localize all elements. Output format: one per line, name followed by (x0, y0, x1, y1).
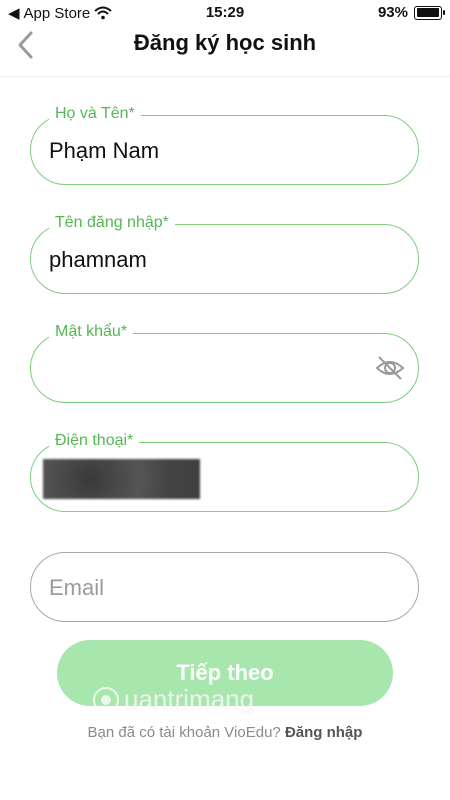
username-field[interactable]: Tên đăng nhập* phamnam (30, 213, 419, 294)
quantrimang-watermark: uantrimang (93, 684, 254, 714)
battery-icon (414, 5, 445, 20)
full-name-label: Họ và Tên* (49, 104, 141, 124)
battery-percent: 93% (377, 4, 408, 21)
password-label: Mật khẩu* (49, 322, 134, 342)
full-name-value: Phạm Nam (49, 138, 160, 163)
email-field[interactable]: Email (30, 552, 419, 622)
redacted-phone-number (43, 459, 200, 499)
username-value: phamnam (49, 247, 147, 272)
battery-status: 93% (377, 4, 445, 21)
nav-bar: Đăng ký học sinh (0, 26, 450, 70)
page-title: Đăng ký học sinh (133, 30, 317, 55)
login-prompt-row: Bạn đã có tài khoản VioEdu? Đăng nhập (0, 724, 450, 741)
phone-field[interactable]: Điện thoại* (30, 431, 419, 512)
login-prompt-text: Bạn đã có tài khoản VioEdu? (87, 724, 281, 741)
password-field[interactable]: Mật khẩu* (30, 322, 419, 403)
svg-text:uantrimang: uantrimang (124, 684, 254, 714)
eye-slash-icon[interactable] (374, 352, 406, 384)
username-label: Tên đăng nhập* (49, 213, 175, 233)
nav-divider (0, 76, 450, 77)
full-name-field[interactable]: Họ và Tên* Phạm Nam (30, 104, 419, 185)
phone-label: Điện thoại* (49, 431, 140, 451)
login-link[interactable]: Đăng nhập (285, 724, 363, 741)
email-placeholder: Email (49, 575, 105, 600)
status-bar: ◀ App Store 15:29 93% (0, 0, 450, 26)
